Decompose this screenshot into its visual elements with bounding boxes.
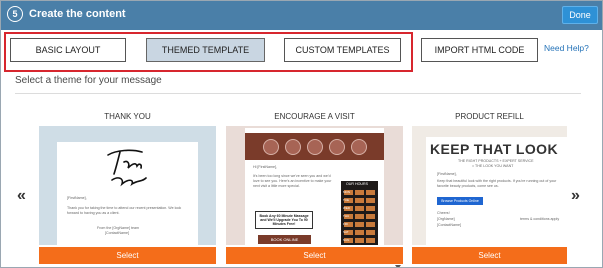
preview-headline: KEEP THAT LOOK xyxy=(430,141,558,157)
theme-title-product-refill: PRODUCT REFILL xyxy=(455,112,524,121)
tab-themed-template[interactable]: THEMED TEMPLATE xyxy=(146,38,265,62)
theme-title-encourage-visit: ENCOURAGE A VISIT xyxy=(274,112,355,121)
theme-preview-product-refill[interactable]: KEEP THAT LOOK THE RIGHT PRODUCTS + EXPE… xyxy=(412,126,567,245)
spa-icon xyxy=(262,138,279,155)
hours-row: TUE xyxy=(343,197,375,204)
hours-day-label: FRI xyxy=(343,222,348,226)
select-encourage-visit-button[interactable]: Select xyxy=(226,247,403,264)
preview-body: Thank you for taking the time to attend … xyxy=(67,206,182,215)
hours-row: FRI xyxy=(343,221,375,228)
browse-products-preview-button: Browse Products Online xyxy=(437,197,483,205)
theme-title-thank-you: THANK YOU xyxy=(104,112,151,121)
massage-offer-box: Book Any 60 Minute Massage and We'll Upg… xyxy=(255,211,313,229)
preview-greeting: Hi [FirstName], xyxy=(253,165,277,169)
content-editor-window: 5 Create the content Done BASIC LAYOUT T… xyxy=(0,0,603,268)
preview-tagline-2: = THE LOOK YOU WANT xyxy=(472,164,514,168)
hours-row: MON xyxy=(343,189,375,196)
theme-section-subtitle: Select a theme for your message xyxy=(15,75,162,86)
preview-body: It's been too long since we've seen you … xyxy=(253,174,332,188)
hours-table: OUR HOURS MON TUE WED THU FRI SAT SUN xyxy=(341,181,378,245)
theme-preview-thank-you[interactable]: [FirstName], Thank you for taking the ti… xyxy=(39,126,216,245)
bowl-icon xyxy=(306,138,323,155)
stones-icon xyxy=(328,138,345,155)
hours-day-label: THU xyxy=(343,214,350,218)
hours-day-label: TUE xyxy=(343,198,349,202)
previous-arrow-icon[interactable]: « xyxy=(17,187,26,205)
hours-row: WED xyxy=(343,205,375,212)
hours-row: SUN xyxy=(343,237,375,244)
book-online-preview-button: BOOK ONLINE xyxy=(258,235,311,244)
header-bar: 5 Create the content Done xyxy=(1,1,602,30)
next-arrow-icon[interactable]: » xyxy=(571,187,580,205)
page-title: Create the content xyxy=(29,8,126,20)
preview-org: [OrgName] xyxy=(437,217,455,221)
select-product-refill-button[interactable]: Select xyxy=(412,247,567,264)
spa-icons-banner xyxy=(245,133,384,160)
need-help-link[interactable]: Need Help? xyxy=(544,43,589,53)
hours-day-label: WED xyxy=(343,206,350,210)
preview-signoff: Cheers! xyxy=(437,211,450,215)
step-number-badge: 5 xyxy=(7,6,23,22)
preview-terms: terms & conditions apply xyxy=(520,217,560,221)
tab-basic-layout[interactable]: BASIC LAYOUT xyxy=(10,38,126,62)
hours-day-label: SAT xyxy=(343,230,349,234)
tab-custom-templates[interactable]: CUSTOM TEMPLATES xyxy=(284,38,401,62)
preview-contact: [ContactName] xyxy=(437,223,461,227)
section-divider xyxy=(15,93,581,94)
preview-greeting: [FirstName], xyxy=(67,196,87,200)
select-thank-you-button[interactable]: Select xyxy=(39,247,216,264)
done-button[interactable]: Done xyxy=(562,6,598,24)
hours-day-label: MON xyxy=(343,190,350,194)
preview-body: Keep that beautiful look with the right … xyxy=(437,179,557,188)
flower-icon xyxy=(350,138,367,155)
preview-paper: Hi [FirstName], It's been too long since… xyxy=(245,128,384,245)
hours-row: SAT xyxy=(343,229,375,236)
preview-greeting: [FirstName], xyxy=(437,172,457,176)
hours-title: OUR HOURS xyxy=(346,182,368,186)
tab-import-html-code[interactable]: IMPORT HTML CODE xyxy=(421,38,538,62)
preview-paper: KEEP THAT LOOK THE RIGHT PRODUCTS + EXPE… xyxy=(426,137,567,245)
candle-icon xyxy=(284,138,301,155)
hours-day-label: SUN xyxy=(343,238,350,242)
hours-row: THU xyxy=(343,213,375,220)
preview-paper: [FirstName], Thank you for taking the ti… xyxy=(57,142,198,245)
thank-you-script-image xyxy=(107,149,147,187)
theme-preview-encourage-visit[interactable]: Hi [FirstName], It's been too long since… xyxy=(226,126,403,245)
preview-contact: [ContactName] xyxy=(105,231,129,235)
